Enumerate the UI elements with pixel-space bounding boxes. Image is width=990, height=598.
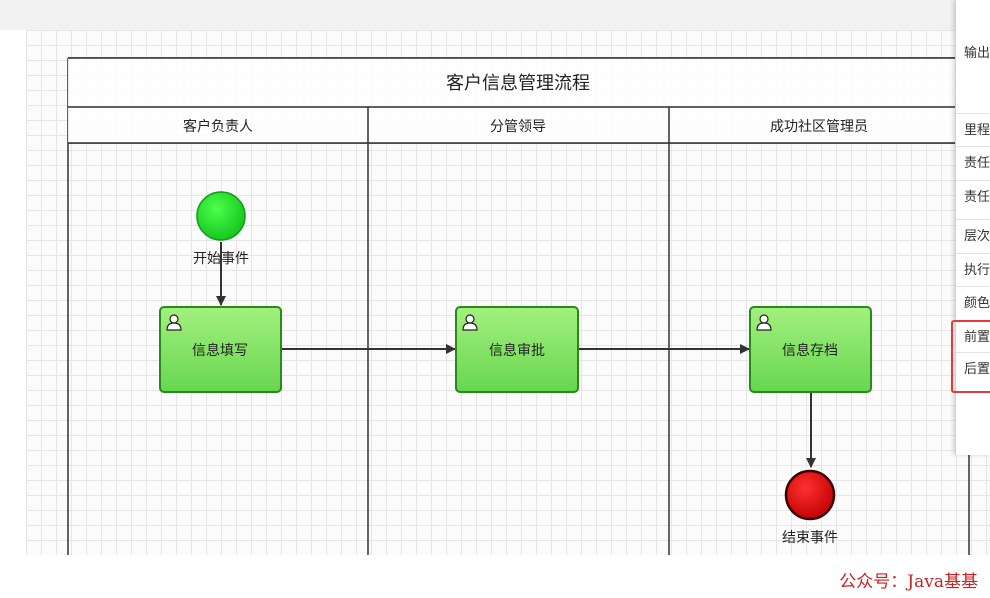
task-info-fill[interactable]: 信息填写 bbox=[159, 306, 282, 393]
end-event-label: 结束事件 bbox=[782, 530, 838, 546]
task-info-archive-label: 信息存档 bbox=[782, 342, 838, 359]
diagram-canvas[interactable]: 客户信息管理流程 客户负责人 分管领导 成功社区管理员 开始事件 信息填写 信息… bbox=[26, 30, 990, 555]
panel-item-milestone[interactable]: 里程 bbox=[956, 113, 990, 146]
start-event-label: 开始事件 bbox=[193, 251, 249, 267]
task-info-archive[interactable]: 信息存档 bbox=[749, 306, 872, 393]
pool-title: 客户信息管理流程 bbox=[446, 73, 590, 94]
panel-output-label: 输出 bbox=[964, 46, 990, 61]
end-event[interactable] bbox=[784, 469, 836, 521]
lane-label-community-admin[interactable]: 成功社区管理员 bbox=[770, 119, 868, 135]
panel-item-execute[interactable]: 执行 bbox=[956, 253, 990, 286]
task-info-approve-label: 信息审批 bbox=[489, 342, 545, 359]
panel-item-responsible-1[interactable]: 责任 bbox=[956, 146, 990, 179]
lane-label-division-leader[interactable]: 分管领导 bbox=[490, 119, 546, 135]
task-info-approve[interactable]: 信息审批 bbox=[455, 306, 579, 393]
highlight-box bbox=[951, 320, 990, 393]
lane-label-customer-owner[interactable]: 客户负责人 bbox=[183, 118, 253, 135]
task-info-fill-label: 信息填写 bbox=[192, 342, 248, 359]
panel-item-responsible-2[interactable]: 责任 bbox=[956, 180, 990, 213]
top-toolbar bbox=[0, 0, 990, 30]
panel-item-level[interactable]: 层次 bbox=[956, 219, 990, 252]
start-event[interactable] bbox=[196, 191, 246, 241]
watermark: 公众号：Java基基 bbox=[839, 572, 978, 592]
panel-item-color[interactable]: 颜色 bbox=[956, 286, 990, 319]
